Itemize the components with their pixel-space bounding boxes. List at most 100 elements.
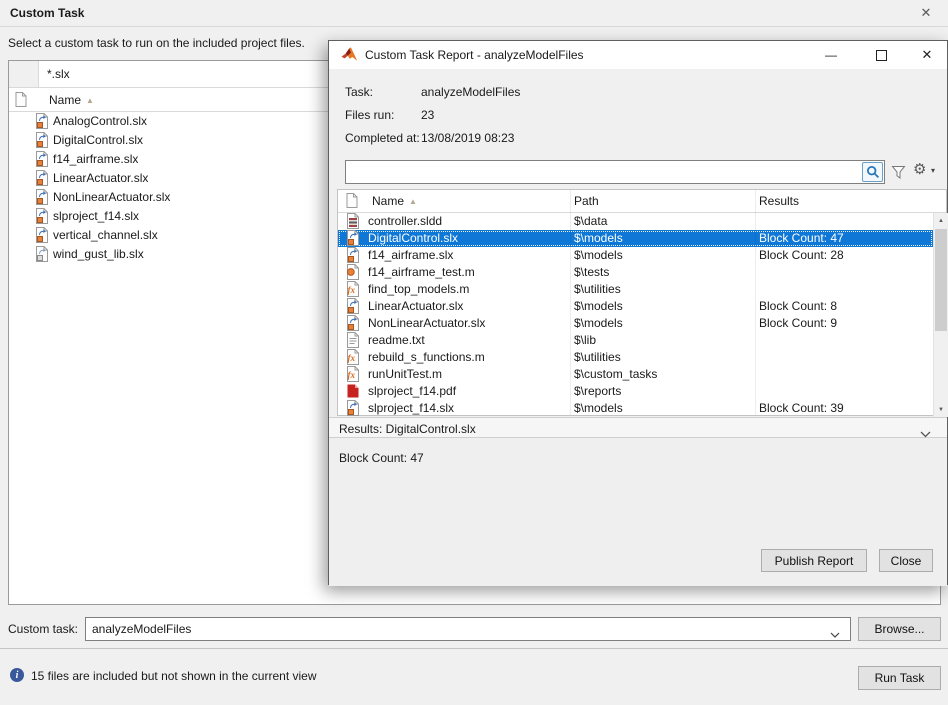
file-path: $\custom_tasks: [574, 367, 658, 381]
column-header-results[interactable]: Results: [759, 194, 799, 208]
file-name: f14_airframe.slx: [368, 248, 454, 262]
file-name: DigitalControl.slx: [53, 133, 144, 147]
simulink-model-icon: [35, 170, 49, 186]
file-name: NonLinearActuator.slx: [368, 316, 486, 330]
file-name: find_top_models.m: [368, 282, 470, 296]
file-name: slproject_f14.slx: [368, 401, 455, 415]
info-value: 13/08/2019 08:23: [421, 131, 515, 145]
file-path: $\models: [574, 401, 623, 415]
file-name: AnalogControl.slx: [53, 114, 148, 128]
svg-text:fx: fx: [348, 353, 356, 363]
simulink-model-icon: [35, 227, 49, 243]
footer-separator: [0, 648, 948, 649]
dropdown-caret-icon: ▾: [931, 166, 936, 175]
report-table-body: controller.sldd $\data DigitalControl.slx $…: [338, 213, 933, 417]
report-table: Name ▲ Path Results controller.sldd $\data…: [337, 189, 948, 417]
file-path: $\models: [574, 231, 623, 245]
scroll-up-icon[interactable]: ▲: [934, 213, 948, 228]
file-name: LinearActuator.slx: [53, 171, 149, 185]
table-row[interactable]: f14_airframe_test.m $\tests: [338, 264, 933, 281]
column-header-name[interactable]: Name ▲: [372, 194, 417, 208]
table-row[interactable]: f14_airframe.slx $\models Block Count: 28: [338, 247, 933, 264]
result-value: Block Count: 47: [759, 231, 844, 245]
funnel-icon: [890, 165, 906, 179]
data-dictionary-icon: [346, 213, 360, 229]
instruction-text: Select a custom task to run on the inclu…: [8, 36, 305, 50]
simulink-model-icon: [346, 400, 360, 416]
maximize-icon: [875, 49, 887, 61]
custom-task-report-dialog: Custom Task Report - analyzeModelFiles —…: [328, 40, 948, 586]
filter-button[interactable]: [889, 163, 907, 181]
table-row[interactable]: slproject_f14.pdf $\reports: [338, 383, 933, 400]
settings-button[interactable]: ⚙ ▾: [913, 158, 943, 182]
result-detail: Block Count: 47: [339, 451, 424, 465]
matlab-logo-icon: [341, 47, 358, 65]
report-info-row: Task: analyzeModelFiles: [329, 85, 947, 100]
table-row[interactable]: DigitalControl.slx $\models Block Count: 4…: [338, 230, 933, 247]
close-button[interactable]: Close: [879, 549, 933, 572]
file-name: rebuild_s_functions.m: [368, 350, 485, 364]
search-icon: [866, 165, 879, 179]
table-scrollbar[interactable]: ▲ ▼: [933, 213, 948, 417]
custom-task-label: Custom task:: [8, 622, 79, 636]
file-type-column-icon: [15, 92, 29, 108]
simulink-model-icon: [346, 315, 360, 331]
table-row[interactable]: LinearActuator.slx $\models Block Count: 8: [338, 298, 933, 315]
file-path: $\utilities: [574, 350, 621, 364]
maximize-button[interactable]: [869, 41, 893, 69]
result-value: Block Count: 28: [759, 248, 844, 262]
matlab-test-icon: [346, 264, 360, 280]
dialog-title: Custom Task Report - analyzeModelFiles: [365, 48, 584, 62]
simulink-library-icon: [35, 246, 49, 262]
simulink-model-icon: [35, 208, 49, 224]
info-value: 23: [421, 108, 435, 122]
file-path: $\models: [574, 299, 623, 313]
matlab-function-icon: fx: [346, 366, 360, 382]
file-name: LinearActuator.slx: [368, 299, 464, 313]
table-row[interactable]: fx runUnitTest.m $\custom_tasks: [338, 366, 933, 383]
minimize-button[interactable]: —: [819, 41, 843, 69]
table-row[interactable]: NonLinearActuator.slx $\models Block Count…: [338, 315, 933, 332]
file-path: $\models: [574, 248, 623, 262]
table-row[interactable]: controller.sldd $\data: [338, 213, 933, 230]
table-row[interactable]: slproject_f14.slx $\models Block Count: 39: [338, 400, 933, 417]
search-input[interactable]: [345, 160, 885, 184]
scroll-down-icon[interactable]: ▼: [934, 402, 948, 417]
file-path: $\reports: [574, 384, 622, 398]
file-name: runUnitTest.m: [368, 367, 443, 381]
scrollbar-thumb[interactable]: [935, 229, 947, 331]
file-name: readme.txt: [368, 333, 425, 347]
publish-report-button[interactable]: Publish Report: [761, 549, 867, 572]
file-path: $\lib: [574, 333, 597, 347]
footer-info-text: 15 files are included but not shown in t…: [31, 669, 317, 683]
table-row[interactable]: readme.txt $\lib: [338, 332, 933, 349]
file-path: $\utilities: [574, 282, 621, 296]
browse-button[interactable]: Browse...: [858, 617, 941, 641]
run-task-button[interactable]: Run Task: [858, 666, 941, 690]
results-section-header[interactable]: Results: DigitalControl.slx: [329, 417, 947, 438]
result-value: Block Count: 9: [759, 316, 838, 330]
simulink-model-icon: [35, 189, 49, 205]
dialog-close-button[interactable]: ✕: [915, 41, 939, 69]
file-name: controller.sldd: [368, 214, 443, 228]
table-row[interactable]: fx rebuild_s_functions.m $\utilities: [338, 349, 933, 366]
window-close-icon[interactable]: ✕: [916, 4, 936, 22]
file-name: wind_gust_lib.slx: [53, 247, 144, 261]
name-column-label: Name: [49, 93, 82, 107]
custom-task-combobox[interactable]: analyzeModelFiles: [85, 617, 851, 641]
matlab-function-icon: fx: [346, 281, 360, 297]
search-button[interactable]: [862, 162, 883, 182]
file-path: $\models: [574, 316, 623, 330]
simulink-model-icon: [346, 247, 360, 263]
file-name: f14_airframe_test.m: [368, 265, 475, 279]
file-type-column-icon: [346, 193, 360, 209]
column-header-path[interactable]: Path: [574, 194, 599, 208]
simulink-model-icon: [35, 132, 49, 148]
window-titlebar: Custom Task ✕: [0, 0, 948, 27]
info-value: analyzeModelFiles: [421, 85, 521, 99]
filter-gutter: [9, 61, 39, 87]
file-name: f14_airframe.slx: [53, 152, 139, 166]
sort-ascending-icon: ▲: [86, 96, 94, 105]
info-label: Completed at:: [345, 131, 420, 145]
table-row[interactable]: fx find_top_models.m $\utilities: [338, 281, 933, 298]
